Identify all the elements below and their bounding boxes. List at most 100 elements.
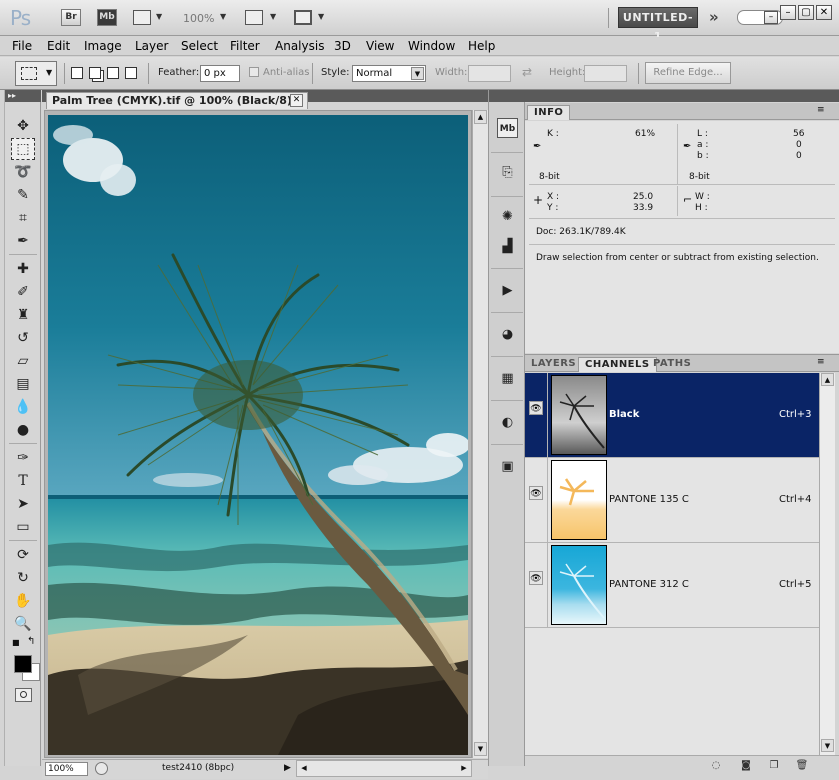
add-to-selection-icon[interactable]	[89, 67, 101, 79]
document-name-badge[interactable]: UNTITLED-1	[618, 7, 698, 43]
swap-colors-icon[interactable]: ↰	[27, 636, 35, 647]
anti-alias-checkbox[interactable]	[249, 67, 259, 77]
lasso-tool-icon[interactable]: ➰	[11, 161, 35, 183]
histogram-panel-icon[interactable]: ▟	[497, 236, 518, 256]
rectangle-tool-icon[interactable]: ▭	[11, 516, 35, 538]
menu-layer[interactable]: Layer	[135, 39, 168, 53]
scroll-down-icon[interactable]: ▼	[821, 739, 834, 752]
adjustments-panel-icon[interactable]: ◐	[497, 412, 518, 432]
quick-mask-icon[interactable]	[15, 688, 32, 702]
icon-strip-header[interactable]	[489, 90, 525, 102]
close-document-icon[interactable]: ✕	[290, 94, 303, 107]
zoom-level[interactable]: 100%	[183, 12, 214, 25]
close-button[interactable]: ✕	[816, 5, 832, 20]
zoom-dropdown-icon[interactable]: ▼	[220, 12, 226, 21]
healing-brush-icon[interactable]: ✚	[11, 258, 35, 280]
status-options-icon[interactable]	[95, 762, 108, 775]
scroll-left-icon[interactable]: ◀	[297, 761, 311, 776]
hand-tool-icon[interactable]: ✋	[11, 590, 35, 612]
channel-row-pantone-135[interactable]: 👁 PANTONE 135 C Ctrl+4	[525, 458, 819, 543]
scroll-right-icon[interactable]: ▶	[457, 761, 471, 776]
swatches-panel-icon[interactable]: ▦	[497, 368, 518, 388]
menu-window[interactable]: Window	[408, 39, 455, 53]
scroll-up-icon[interactable]: ▲	[474, 110, 487, 124]
type-tool-icon[interactable]: T	[11, 470, 35, 492]
arrange-dropdown-icon[interactable]: ▼	[270, 12, 276, 21]
clone-stamp-icon[interactable]: ♜	[11, 304, 35, 326]
menu-edit[interactable]: Edit	[47, 39, 70, 53]
channel-row-black[interactable]: 👁 Black Ctrl+3	[525, 373, 819, 458]
channel-row-pantone-312[interactable]: 👁 PANTONE 312 C Ctrl+5	[525, 543, 819, 628]
menu-analysis[interactable]: Analysis	[275, 39, 324, 53]
menu-image[interactable]: Image	[84, 39, 122, 53]
width-input[interactable]	[468, 65, 511, 82]
zoom-field[interactable]: 100%	[45, 762, 88, 776]
default-colors-icon[interactable]: ■	[12, 638, 20, 647]
visibility-eye-icon[interactable]: 👁	[529, 486, 543, 500]
workspace-expand-icon[interactable]: »	[709, 8, 719, 26]
minimize-button[interactable]: –	[780, 5, 796, 20]
load-channel-as-selection-icon[interactable]: ◌	[709, 760, 723, 773]
bridge-button[interactable]: Br	[61, 9, 81, 26]
history-panel-icon[interactable]: ⎘	[497, 162, 518, 182]
mini-bridge-button[interactable]: Mb	[97, 9, 117, 26]
canvas-image[interactable]	[48, 115, 468, 755]
save-selection-as-channel-icon[interactable]: ◙	[739, 760, 753, 773]
height-input[interactable]	[584, 65, 627, 82]
menu-file[interactable]: File	[12, 39, 32, 53]
move-tool-icon[interactable]: ✥	[11, 115, 35, 137]
pen-tool-icon[interactable]: ✑	[11, 447, 35, 469]
document-tab[interactable]: Palm Tree (CMYK).tif @ 100% (Black/8) *	[46, 92, 308, 109]
eraser-tool-icon[interactable]: ▱	[11, 350, 35, 372]
brushes-panel-icon[interactable]: ✺	[497, 206, 518, 226]
tab-layers[interactable]: LAYERS	[525, 357, 582, 372]
screen-mode-dropdown-icon[interactable]: ▼	[318, 12, 324, 21]
brush-tool-icon[interactable]: ✐	[11, 281, 35, 303]
secondary-minimize-icon[interactable]: –	[764, 11, 778, 24]
refine-edge-button[interactable]: Refine Edge...	[645, 62, 731, 84]
menu-select[interactable]: Select	[181, 39, 218, 53]
visibility-eye-icon[interactable]: 👁	[529, 571, 543, 585]
menu-3d[interactable]: 3D	[334, 39, 351, 53]
tools-panel-header[interactable]: ▸▸	[5, 90, 41, 102]
menu-view[interactable]: View	[366, 39, 394, 53]
canvas-horizontal-scrollbar[interactable]: ◀ ▶	[296, 760, 472, 777]
gradient-tool-icon[interactable]: ▤	[11, 373, 35, 395]
scroll-down-icon[interactable]: ▼	[474, 742, 487, 756]
visibility-eye-icon[interactable]: 👁	[529, 401, 543, 415]
masks-panel-icon[interactable]: ▣	[497, 456, 518, 476]
color-panel-icon[interactable]: ◕	[497, 324, 518, 344]
view-extras-icon[interactable]	[133, 10, 151, 25]
canvas-vertical-scrollbar[interactable]: ▲ ▼	[472, 110, 488, 758]
style-select[interactable]: Normal ▼	[352, 65, 426, 82]
channels-panel-menu-icon[interactable]: ≡	[817, 357, 825, 367]
3d-rotate-icon[interactable]: ⟳	[11, 544, 35, 566]
menu-filter[interactable]: Filter	[230, 39, 260, 53]
info-panel-menu-icon[interactable]: ≡	[817, 105, 825, 115]
tab-channels[interactable]: CHANNELS	[578, 357, 657, 372]
screen-mode-icon[interactable]	[294, 10, 312, 25]
swap-dimensions-icon[interactable]: ⇄	[522, 65, 532, 79]
eyedropper-tool-icon[interactable]: ✒	[11, 230, 35, 252]
crop-tool-icon[interactable]: ⌗	[11, 207, 35, 229]
tab-info[interactable]: INFO	[527, 105, 571, 120]
new-channel-icon[interactable]: ❐	[767, 760, 781, 773]
subtract-from-selection-icon[interactable]	[107, 67, 119, 79]
zoom-tool-icon[interactable]: 🔍	[11, 613, 35, 635]
history-brush-icon[interactable]: ↺	[11, 327, 35, 349]
delete-channel-icon[interactable]: 🗑	[795, 760, 809, 773]
foreground-color-swatch[interactable]	[14, 655, 32, 673]
maximize-button[interactable]: ▢	[798, 5, 814, 20]
path-select-icon[interactable]: ➤	[11, 493, 35, 515]
scroll-up-icon[interactable]: ▲	[821, 373, 834, 386]
marquee-tool-icon[interactable]: ⬚	[11, 138, 35, 160]
actions-panel-icon[interactable]: ▶	[497, 280, 518, 300]
3d-orbit-icon[interactable]: ↻	[11, 567, 35, 589]
status-menu-icon[interactable]: ▶	[284, 763, 291, 773]
blur-tool-icon[interactable]: 💧	[11, 396, 35, 418]
quick-select-tool-icon[interactable]: ✎	[11, 184, 35, 206]
right-dock-header[interactable]	[525, 90, 839, 102]
tab-paths[interactable]: PATHS	[647, 357, 697, 372]
mini-bridge-panel-icon[interactable]: Mb	[497, 118, 518, 138]
menu-help[interactable]: Help	[468, 39, 495, 53]
